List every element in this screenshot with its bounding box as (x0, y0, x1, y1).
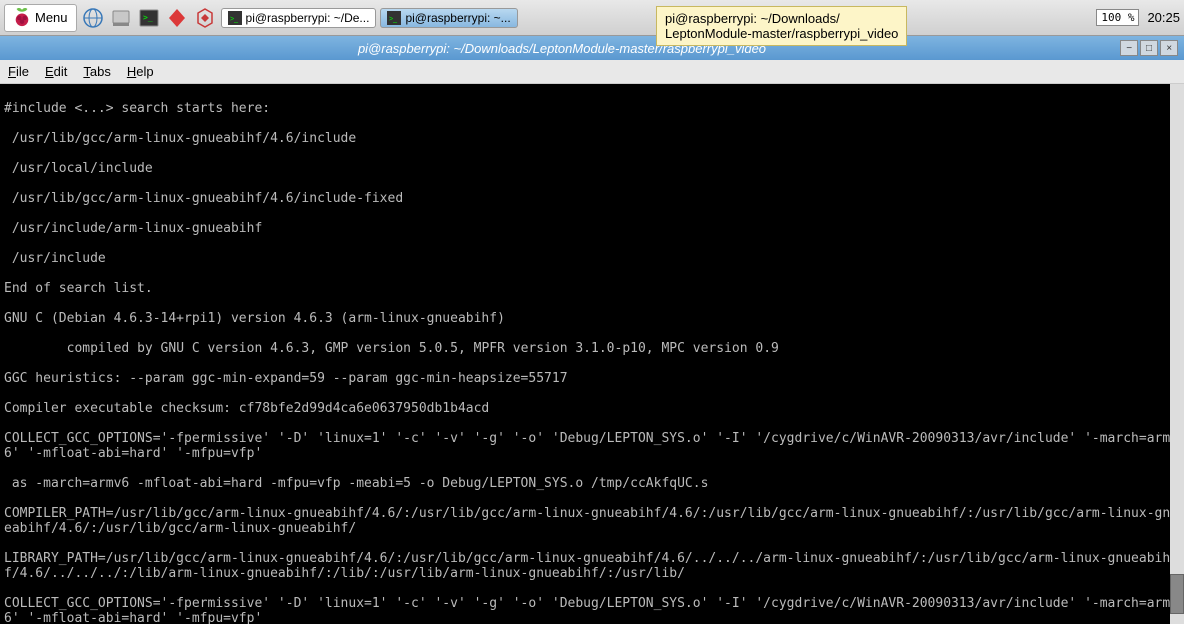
task-label: pi@raspberrypi: ~/De... (246, 11, 370, 25)
terminal-small-icon: >_ (228, 11, 242, 25)
menu-tabs[interactable]: Tabs (83, 64, 110, 79)
terminal-line: COMPILER_PATH=/usr/lib/gcc/arm-linux-gnu… (4, 506, 1180, 536)
svg-text:>_: >_ (230, 16, 238, 23)
terminal-line: GGC heuristics: --param ggc-min-expand=5… (4, 371, 1180, 386)
tooltip: pi@raspberrypi: ~/Downloads/ LeptonModul… (656, 6, 907, 46)
terminal-line: #include <...> search starts here: (4, 101, 1180, 116)
taskbar-item-2[interactable]: >_ pi@raspberrypi: ~... (380, 8, 517, 28)
terminal-output[interactable]: #include <...> search starts here: /usr/… (0, 84, 1184, 624)
terminal-line: /usr/local/include (4, 161, 1180, 176)
menu-file[interactable]: File (8, 64, 29, 79)
maximize-button[interactable]: □ (1140, 40, 1158, 56)
start-menu-button[interactable]: Menu (4, 4, 77, 32)
terminal-line: /usr/lib/gcc/arm-linux-gnueabihf/4.6/inc… (4, 131, 1180, 146)
terminal-line: GNU C (Debian 4.6.3-14+rpi1) version 4.6… (4, 311, 1180, 326)
terminal-line: LIBRARY_PATH=/usr/lib/gcc/arm-linux-gnue… (4, 551, 1180, 581)
svg-text:>_: >_ (143, 13, 153, 22)
taskbar-item-1[interactable]: >_ pi@raspberrypi: ~/De... (221, 8, 377, 28)
file-manager-icon[interactable] (109, 6, 133, 30)
terminal-line: COLLECT_GCC_OPTIONS='-fpermissive' '-D' … (4, 431, 1180, 461)
raspberry-logo-icon (13, 7, 31, 29)
terminal-line: /usr/include (4, 251, 1180, 266)
terminal-small-icon: >_ (387, 11, 401, 25)
terminal-line: COLLECT_GCC_OPTIONS='-fpermissive' '-D' … (4, 596, 1180, 624)
terminal-line: compiled by GNU C version 4.6.3, GMP ver… (4, 341, 1180, 356)
tooltip-line: pi@raspberrypi: ~/Downloads/ (665, 11, 898, 26)
terminal-line: as -march=armv6 -mfloat-abi=hard -mfpu=v… (4, 476, 1180, 491)
mathematica-icon[interactable] (165, 6, 189, 30)
scrollbar-thumb[interactable] (1170, 574, 1184, 614)
svg-text:>_: >_ (389, 16, 397, 23)
window-titlebar[interactable]: pi@raspberrypi: ~/Downloads/LeptonModule… (0, 36, 1184, 60)
close-button[interactable]: × (1160, 40, 1178, 56)
minimize-button[interactable]: − (1120, 40, 1138, 56)
tooltip-line: LeptonModule-master/raspberrypi_video (665, 26, 898, 41)
window-title: pi@raspberrypi: ~/Downloads/LeptonModule… (6, 41, 1118, 56)
terminal-line: /usr/lib/gcc/arm-linux-gnueabihf/4.6/inc… (4, 191, 1180, 206)
web-browser-icon[interactable] (81, 6, 105, 30)
wolfram-icon[interactable] (193, 6, 217, 30)
terminal-line: /usr/include/arm-linux-gnueabihf (4, 221, 1180, 236)
menubar: File Edit Tabs Help (0, 60, 1184, 84)
menu-help[interactable]: Help (127, 64, 154, 79)
menu-edit[interactable]: Edit (45, 64, 67, 79)
clock[interactable]: 20:25 (1147, 10, 1180, 25)
scrollbar[interactable] (1170, 84, 1184, 624)
battery-indicator[interactable]: 100 % (1096, 9, 1139, 26)
terminal-icon[interactable]: >_ (137, 6, 161, 30)
terminal-line: Compiler executable checksum: cf78bfe2d9… (4, 401, 1180, 416)
system-tray: 100 % 20:25 (1096, 9, 1180, 26)
terminal-line: End of search list. (4, 281, 1180, 296)
taskbar: Menu >_ >_ pi@raspberrypi: ~/De... >_ pi… (0, 0, 1184, 36)
menu-label: Menu (35, 10, 68, 25)
task-label: pi@raspberrypi: ~... (405, 11, 510, 25)
